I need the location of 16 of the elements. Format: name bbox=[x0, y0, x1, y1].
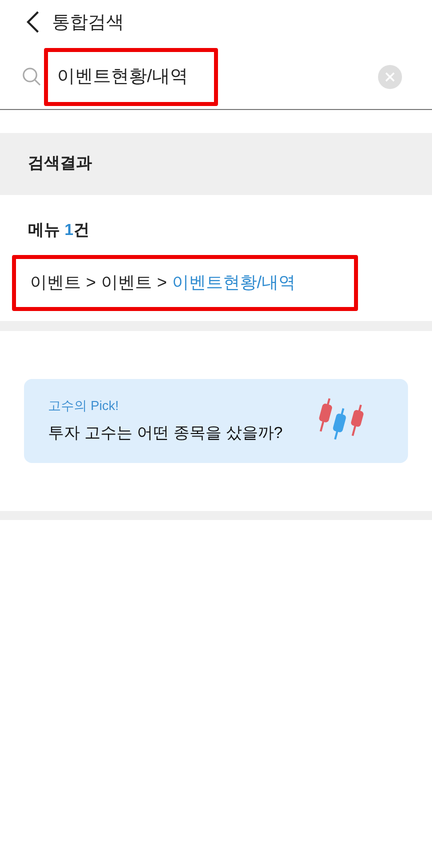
search-icon bbox=[22, 66, 42, 86]
search-field[interactable]: 이벤트현황/내역 bbox=[44, 48, 218, 106]
result-item[interactable]: 이벤트 > 이벤트 > 이벤트현황/내역 bbox=[12, 255, 358, 311]
menu-count: 메뉴 1건 bbox=[28, 222, 90, 239]
promo-card[interactable]: 고수의 Pick! 투자 고수는 어떤 종목을 샀을까? bbox=[24, 379, 408, 463]
promo-tag: 고수의 Pick! bbox=[48, 396, 316, 416]
path-separator: > bbox=[86, 272, 96, 294]
page-title: 통합검색 bbox=[52, 10, 124, 34]
path-label: 이벤트 bbox=[100, 272, 152, 294]
path-label: 이벤트현황/내역 bbox=[172, 272, 296, 294]
close-icon bbox=[385, 72, 395, 82]
section-title: 검색결과 bbox=[28, 154, 92, 174]
promo-text: 투자 고수는 어떤 종목을 샀을까? bbox=[48, 424, 284, 444]
back-icon[interactable] bbox=[26, 10, 40, 34]
path-separator: > bbox=[156, 272, 167, 294]
path-label: 이벤트 bbox=[30, 272, 81, 294]
